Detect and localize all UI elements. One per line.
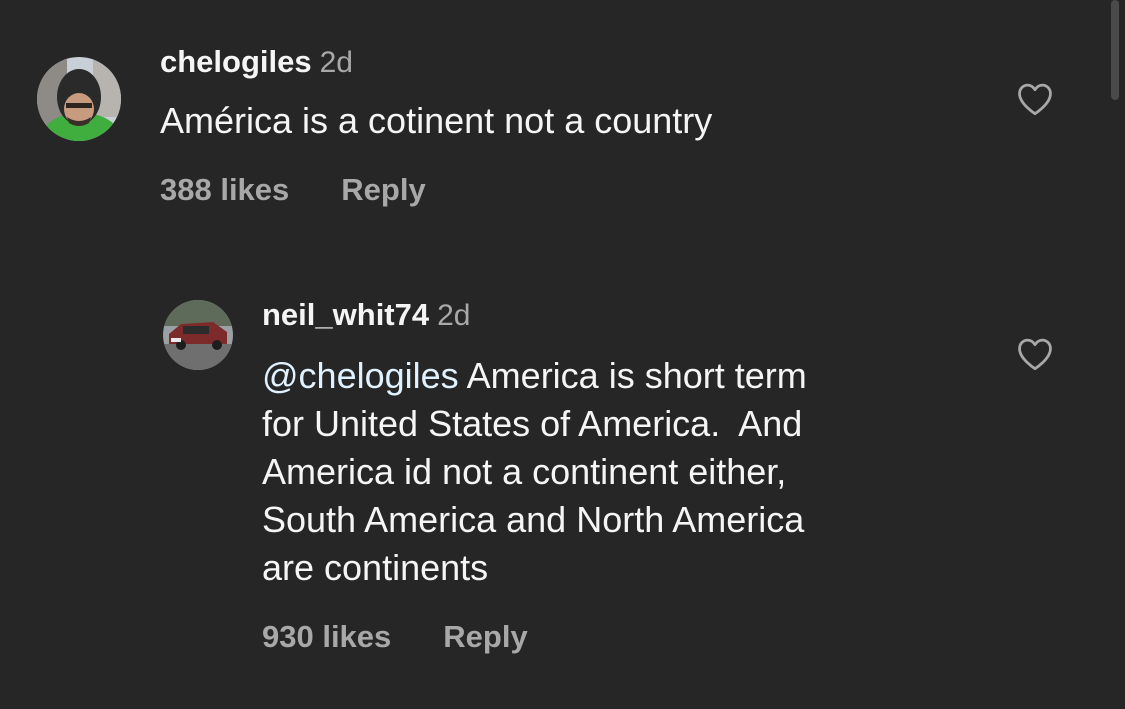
comment-header: neil_whit74 2d [262, 297, 470, 333]
like-heart-icon[interactable] [1016, 82, 1054, 116]
comment-text-line: America is short term [458, 355, 807, 396]
comment-meta: 388 likes Reply [160, 172, 426, 208]
like-heart-icon[interactable] [1016, 337, 1054, 371]
reply-button[interactable]: Reply [341, 172, 425, 208]
comment-header: chelogiles 2d [160, 44, 353, 80]
comment-text-line: America id not a continent either, [262, 451, 787, 492]
username[interactable]: neil_whit74 [262, 297, 429, 332]
avatar-image [37, 57, 121, 141]
comment-text-line: South America and North America [262, 499, 805, 540]
comment-meta: 930 likes Reply [262, 619, 528, 655]
avatar[interactable] [37, 57, 121, 141]
comment-text-line: are continents [262, 547, 489, 588]
comment-text-line: for United States of America. And [262, 403, 803, 444]
avatar-image [163, 300, 233, 370]
likes-count[interactable]: 930 likes [262, 619, 391, 655]
timestamp: 2d [319, 46, 353, 79]
mention-link[interactable]: @chelogiles [262, 355, 459, 396]
username[interactable]: chelogiles [160, 44, 312, 79]
comment-text: América is a cotinent not a country [160, 100, 713, 141]
comment-text: @chelogiles America is short term for Un… [262, 352, 807, 592]
scrollbar[interactable] [1111, 0, 1119, 100]
reply-button[interactable]: Reply [443, 619, 527, 655]
likes-count[interactable]: 388 likes [160, 172, 289, 208]
timestamp: 2d [437, 299, 471, 332]
avatar[interactable] [163, 300, 233, 370]
